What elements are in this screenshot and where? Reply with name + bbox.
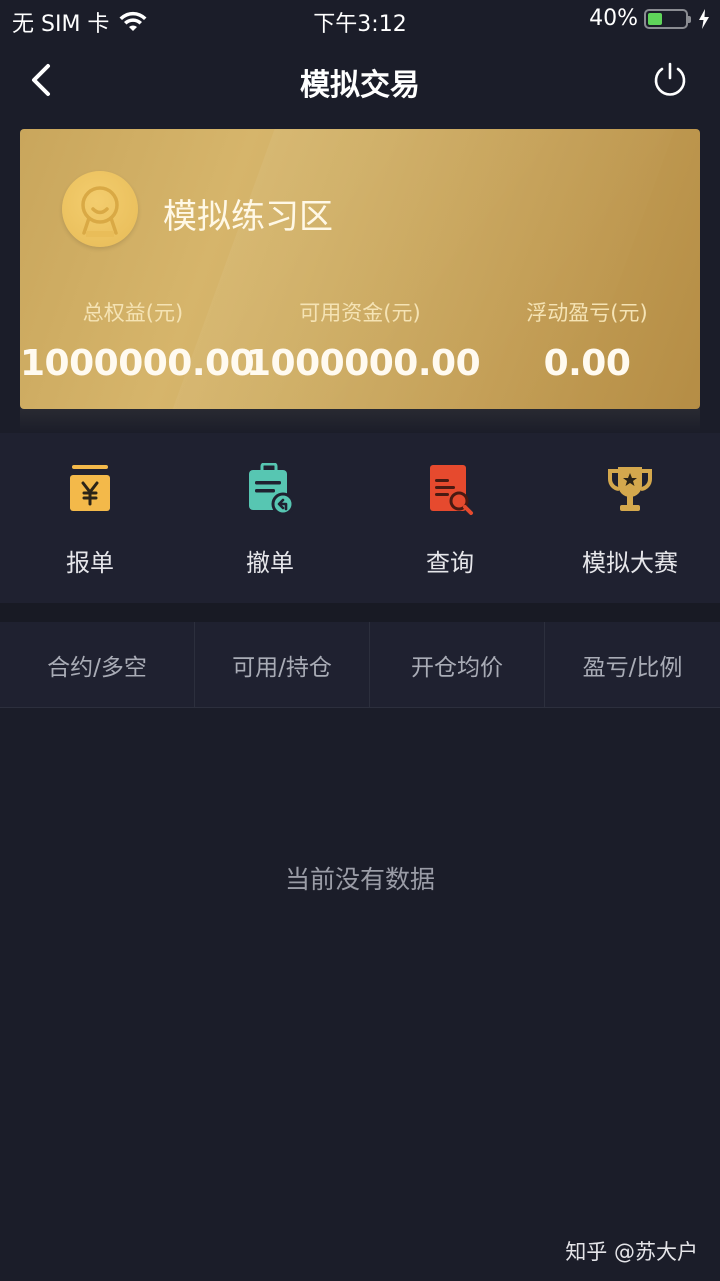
column-header-avg-open-price[interactable]: 开仓均价 — [370, 622, 545, 708]
battery-level — [648, 12, 663, 25]
column-header-pnl-ratio[interactable]: 盈亏/比例 — [545, 622, 720, 708]
stat-label: 可用资金(元) — [299, 301, 421, 325]
column-header-available-position[interactable]: 可用/持仓 — [195, 622, 370, 708]
power-icon — [654, 62, 686, 96]
trophy-icon — [607, 467, 653, 511]
avatar — [62, 171, 138, 247]
account-card: 模拟练习区 总权益(元) 1000000.00 可用资金(元) 1000000.… — [20, 129, 700, 409]
section-divider — [0, 603, 720, 622]
action-label: 撤单 — [246, 549, 294, 577]
action-label: 报单 — [66, 549, 114, 577]
card-shadow — [20, 405, 700, 433]
battery-icon — [644, 8, 691, 29]
action-competition[interactable]: 模拟大赛 — [540, 433, 720, 603]
action-grid: 报单 撤单 查询 模拟大赛 — [0, 433, 720, 603]
stat-label: 总权益(元) — [82, 301, 184, 325]
stat-label: 浮动盈亏(元) — [526, 301, 648, 325]
column-header-contract[interactable]: 合约/多空 — [0, 622, 195, 708]
stat-available-funds: 可用资金(元) 1000000.00 — [246, 297, 481, 384]
watermark: 知乎 @苏大户 — [565, 1240, 698, 1264]
positions-table-header: 合约/多空 可用/持仓 开仓均价 盈亏/比例 — [0, 622, 720, 708]
logout-button[interactable] — [650, 60, 690, 100]
stat-value: 1000000.00 — [246, 343, 481, 384]
action-label: 模拟大赛 — [582, 549, 678, 577]
status-bar: 无 SIM 卡 下午3:12 40% — [0, 0, 720, 40]
stat-total-equity: 总权益(元) 1000000.00 — [20, 297, 255, 384]
empty-state-message: 当前没有数据 — [284, 865, 435, 894]
action-query[interactable]: 查询 — [360, 433, 540, 603]
battery-percent: 40% — [589, 6, 638, 31]
card-title: 模拟练习区 — [163, 197, 333, 237]
action-cancel-order[interactable]: 撤单 — [180, 433, 360, 603]
clipboard-undo-icon — [249, 463, 294, 515]
action-label: 查询 — [426, 549, 474, 577]
action-place-order[interactable]: 报单 — [0, 433, 180, 603]
charging-bolt-icon — [699, 8, 709, 29]
yen-order-icon — [70, 465, 110, 511]
nav-bar: 模拟交易 — [0, 40, 720, 120]
stat-value: 0.00 — [543, 343, 631, 384]
stat-floating-pnl: 浮动盈亏(元) 0.00 — [474, 297, 700, 384]
page-title: 模拟交易 — [300, 68, 420, 103]
stat-value: 1000000.00 — [20, 343, 255, 384]
document-search-icon — [430, 465, 473, 515]
user-avatar-icon — [81, 186, 119, 237]
